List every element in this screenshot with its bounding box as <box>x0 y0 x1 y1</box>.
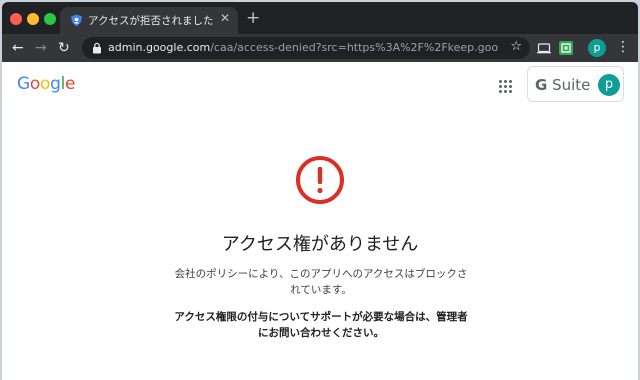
tab-title: アクセスが拒否されました <box>88 15 214 27</box>
close-window-button[interactable] <box>10 13 22 25</box>
browser-toolbar: ← → ↻ admin.google.com/caa/access-denied… <box>2 34 638 62</box>
logo-letter: o <box>39 74 51 94</box>
minimize-window-button[interactable] <box>27 13 39 25</box>
forward-button[interactable]: → <box>35 39 47 57</box>
reload-button[interactable]: ↻ <box>58 39 70 57</box>
tab-strip: アクセスが拒否されました ✕ + <box>2 2 638 34</box>
gsuite-g: G <box>535 76 548 94</box>
policy-message: 会社のポリシーにより、このアプリへのアクセスはブロックされています。 <box>174 268 468 296</box>
gsuite-label: G Suite <box>535 76 590 94</box>
address-bar[interactable]: admin.google.com/caa/access-denied?src=h… <box>82 37 530 59</box>
back-button[interactable]: ← <box>12 39 24 57</box>
bookmark-star-icon[interactable]: ☆ <box>510 39 522 54</box>
admin-favicon-icon <box>71 14 82 27</box>
maximize-window-button[interactable] <box>44 13 56 25</box>
gsuite-suite: Suite <box>547 76 591 94</box>
browser-window: アクセスが拒否されました ✕ + ← → ↻ admin.google.com/… <box>2 2 638 380</box>
google-logo[interactable]: Google <box>17 74 76 94</box>
more-menu-icon[interactable]: ⋮ <box>616 38 630 56</box>
gsuite-account-button[interactable]: G Suite p <box>527 66 624 102</box>
apps-grid-icon[interactable] <box>499 80 513 94</box>
admin-help-message: アクセス権限の付与についてサポートが必要な場合は、管理者にお問い合わせください。 <box>174 311 468 339</box>
active-tab[interactable]: アクセスが拒否されました ✕ <box>60 7 238 34</box>
profile-avatar[interactable]: p <box>588 39 606 57</box>
logo-letter: o <box>29 74 40 94</box>
account-avatar[interactable]: p <box>598 74 620 96</box>
url-host: admin.google.com <box>108 41 211 54</box>
page-title: アクセス権がありません <box>221 234 419 255</box>
url-text: admin.google.com/caa/access-denied?src=h… <box>108 41 498 54</box>
page-content: Google G Suite p アクセス権がありません 会社のポリシーにより、… <box>2 62 638 380</box>
logo-letter: e <box>65 74 76 94</box>
tab-close-icon[interactable]: ✕ <box>220 11 230 25</box>
new-tab-button[interactable]: + <box>246 8 260 28</box>
lock-icon <box>93 42 101 54</box>
exclamation-circle-icon <box>296 156 344 204</box>
logo-letter: g <box>50 74 61 94</box>
extension-icon[interactable] <box>558 40 574 56</box>
cast-icon[interactable] <box>536 40 552 56</box>
logo-letter: G <box>17 74 30 94</box>
url-path: /caa/access-denied?src=https%3A%2F%2Fkee… <box>210 41 498 54</box>
